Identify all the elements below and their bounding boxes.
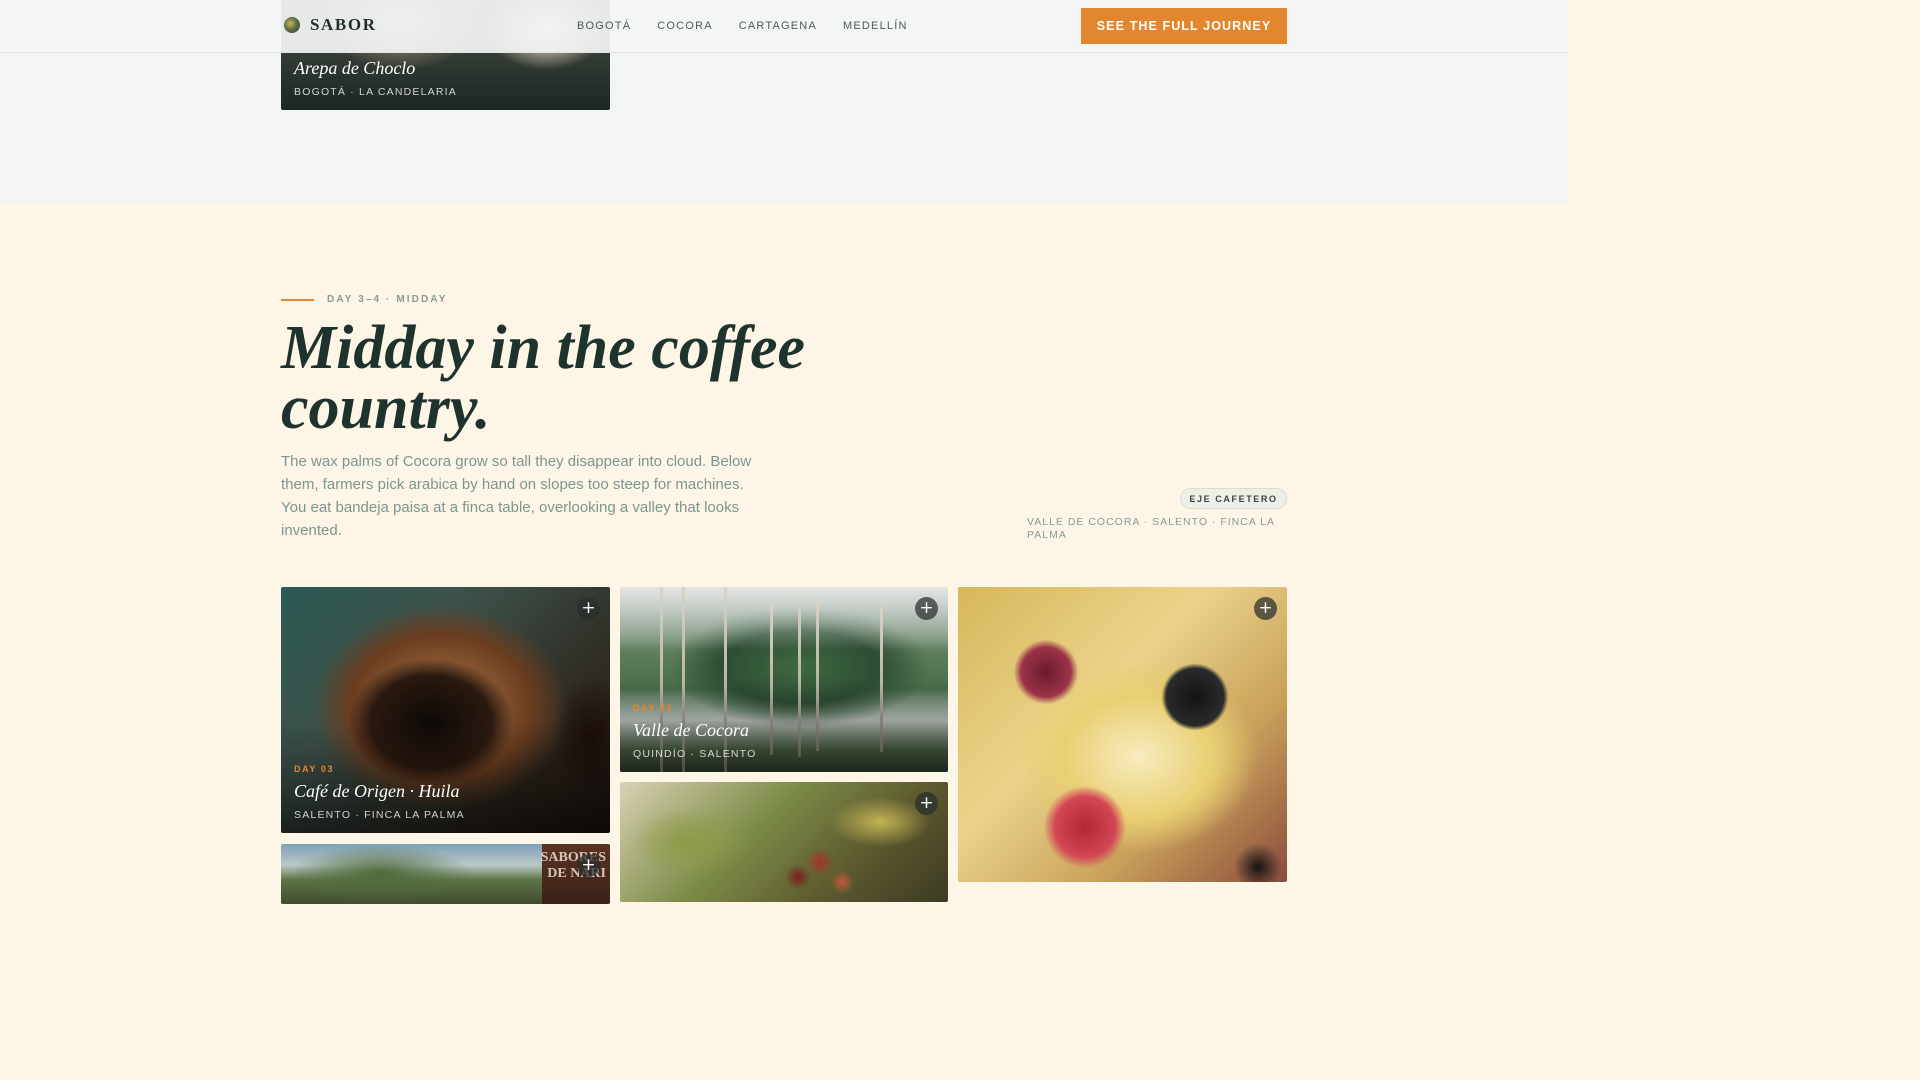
plus-icon[interactable]: +: [577, 597, 600, 620]
nav-links: BOGOTÁ COCORA CARTAGENA MEDELLÍN: [577, 20, 934, 32]
plus-icon[interactable]: +: [915, 792, 938, 815]
plus-icon[interactable]: +: [577, 854, 600, 877]
gallery-card-sabores[interactable]: SABORES DE NARI +: [281, 844, 610, 904]
brand-mark-icon: [284, 17, 300, 33]
plus-icon[interactable]: +: [915, 597, 938, 620]
cafe-card-title: Café de Origen · Huila: [294, 781, 460, 801]
arepa-card-title: Arepa de Choclo: [294, 58, 416, 78]
gallery-card-cafe[interactable]: + DAY 03 Café de Origen · Huila SALENTO …: [281, 587, 610, 833]
plus-icon[interactable]: +: [1254, 597, 1277, 620]
cocora-card-caption: DAY 03 Valle de Cocora QUINDÍO · SALENTO: [633, 703, 756, 760]
gallery-card-coffee-beans[interactable]: +: [620, 782, 948, 902]
nav-link-cartagena[interactable]: CARTAGENA: [739, 20, 817, 32]
gallery-card-cocora[interactable]: + DAY 03 Valle de Cocora QUINDÍO · SALEN…: [620, 587, 948, 772]
region-badge: EJE CAFETERO: [1180, 488, 1287, 509]
full-journey-button[interactable]: SEE THE FULL JOURNEY: [1081, 8, 1287, 44]
cocora-card-location: QUINDÍO · SALENTO: [633, 748, 757, 760]
cafe-card-caption: DAY 03 Café de Origen · Huila SALENTO · …: [294, 764, 465, 821]
cafe-card-day: DAY 03: [294, 764, 335, 774]
region-places: VALLE DE COCORA · SALENTO · FINCA LA PAL…: [1027, 516, 1275, 541]
cocora-card-day: DAY 03: [633, 703, 674, 713]
eyebrow-text: DAY 3–4 · MIDDAY: [327, 294, 448, 305]
cocora-card-title: Valle de Cocora: [633, 720, 749, 740]
nav-link-bogota[interactable]: BOGOTÁ: [577, 20, 631, 32]
cafe-card-location: SALENTO · FINCA LA PALMA: [294, 809, 465, 821]
arepa-card-location: BOGOTÁ · LA CANDELARIA: [294, 86, 457, 98]
nav-link-medellin[interactable]: MEDELLÍN: [843, 20, 908, 32]
section-lede: The wax palms of Cocora grow so tall the…: [281, 453, 752, 539]
section-eyebrow: DAY 3–4 · MIDDAY: [281, 294, 448, 305]
gallery-card-dessert[interactable]: +: [958, 587, 1287, 882]
eyebrow-rule: [281, 298, 314, 301]
brand-name: SABOR: [310, 15, 377, 34]
arepa-card-caption: Arepa de Choclo BOGOTÁ · LA CANDELARIA: [294, 58, 457, 98]
brand-logo[interactable]: SABOR: [284, 15, 377, 35]
section-headline: Midday in the coffee country.: [281, 314, 806, 442]
top-nav: SABOR BOGOTÁ COCORA CARTAGENA MEDELLÍN S…: [0, 0, 1568, 53]
nav-link-cocora[interactable]: COCORA: [657, 20, 712, 32]
